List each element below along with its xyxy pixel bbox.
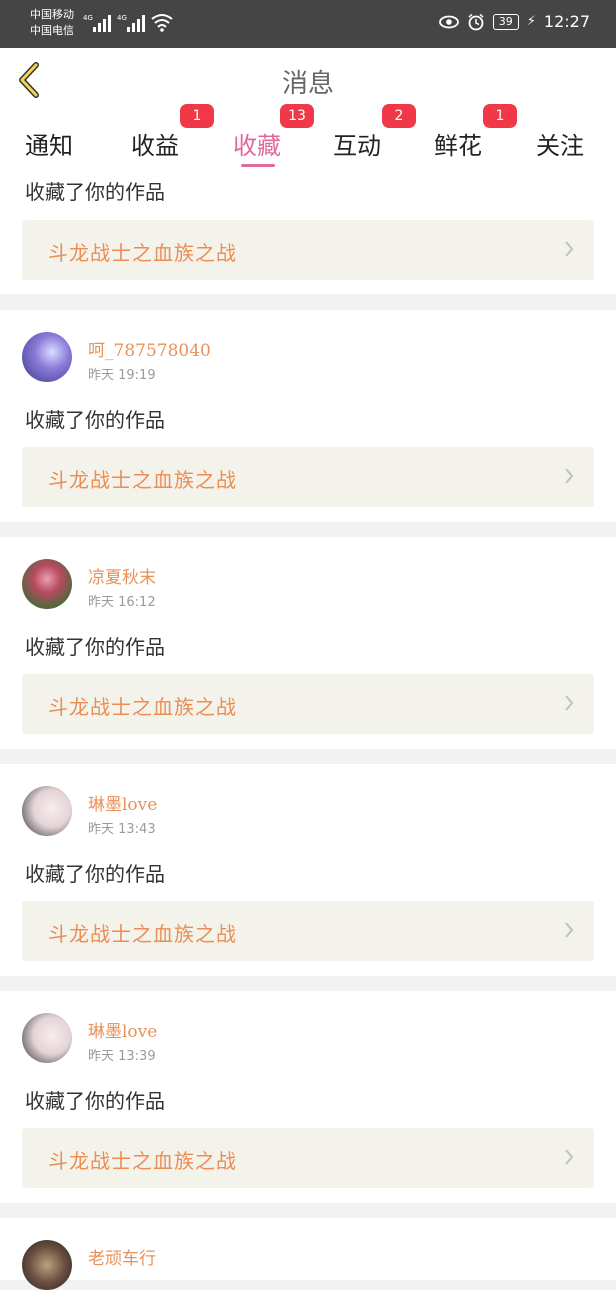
message-time: 昨天 13:39 <box>88 1049 156 1064</box>
work-link[interactable]: 斗龙战士之血族之战 <box>22 1128 594 1188</box>
charging-icon: ⚡ <box>526 14 536 29</box>
tab-follow[interactable]: 关注 <box>536 126 584 161</box>
avatar[interactable] <box>22 559 72 609</box>
message-action: 收藏了你的作品 <box>25 862 165 886</box>
message-action: 收藏了你的作品 <box>25 180 165 204</box>
network-type-1: 4G <box>83 14 93 22</box>
tab-earnings[interactable]: 收益 <box>131 126 179 161</box>
chevron-right-icon <box>565 468 574 484</box>
chevron-right-icon <box>565 922 574 938</box>
active-tab-indicator <box>241 164 275 167</box>
username[interactable]: 琳墨love <box>88 790 157 815</box>
username[interactable]: 琳墨love <box>88 1017 157 1042</box>
message-card: 琳墨love 昨天 13:43 收藏了你的作品 斗龙战士之血族之战 <box>0 764 616 976</box>
alarm-icon <box>468 13 484 30</box>
work-link[interactable]: 斗龙战士之血族之战 <box>22 447 594 507</box>
status-right: 39 ⚡ 12:27 <box>438 12 590 31</box>
chevron-right-icon <box>565 1149 574 1165</box>
flowers-badge: 1 <box>483 104 517 128</box>
avatar[interactable] <box>22 1240 72 1290</box>
earnings-badge: 1 <box>180 104 214 128</box>
favorites-badge: 13 <box>280 104 314 128</box>
message-card: 凉夏秋末 昨天 16:12 收藏了你的作品 斗龙战士之血族之战 <box>0 537 616 749</box>
avatar[interactable] <box>22 332 72 382</box>
work-link[interactable]: 斗龙战士之血族之战 <box>22 674 594 734</box>
tab-favorites[interactable]: 收藏 <box>233 126 281 161</box>
tab-flowers[interactable]: 鲜花 <box>434 126 482 161</box>
work-title: 斗龙战士之血族之战 <box>48 695 237 719</box>
username[interactable]: 老顽车行 <box>88 1244 156 1269</box>
message-card: 琳墨love 昨天 13:39 收藏了你的作品 斗龙战士之血族之战 <box>0 991 616 1203</box>
carrier-1: 中国移动 <box>30 8 74 21</box>
message-card: 呵_787578040 昨天 19:19 收藏了你的作品 斗龙战士之血族之战 <box>0 310 616 522</box>
work-title: 斗龙战士之血族之战 <box>48 1149 237 1173</box>
wifi-icon <box>151 14 173 32</box>
chevron-right-icon <box>565 695 574 711</box>
signal-icon-2 <box>127 14 149 32</box>
work-link[interactable]: 斗龙战士之血族之战 <box>22 220 594 280</box>
message-action: 收藏了你的作品 <box>25 635 165 659</box>
work-title: 斗龙战士之血族之战 <box>48 241 237 265</box>
username[interactable]: 凉夏秋末 <box>88 563 156 588</box>
username[interactable]: 呵_787578040 <box>88 336 211 361</box>
work-title: 斗龙战士之血族之战 <box>48 468 237 492</box>
clock: 12:27 <box>543 12 590 31</box>
tab-notice[interactable]: 通知 <box>25 126 73 161</box>
page-title: 消息 <box>281 69 334 99</box>
message-action: 收藏了你的作品 <box>25 408 165 432</box>
interaction-badge: 2 <box>382 104 416 128</box>
message-card: 老顽车行 <box>0 1218 616 1290</box>
work-link[interactable]: 斗龙战士之血族之战 <box>22 901 594 961</box>
eye-icon <box>438 15 459 28</box>
status-bar: 中国移动 中国电信 4G 4G 39 ⚡ 12:27 <box>0 0 616 48</box>
message-time: 昨天 13:43 <box>88 822 156 837</box>
message-time: 昨天 19:19 <box>88 368 156 383</box>
work-title: 斗龙战士之血族之战 <box>48 922 237 946</box>
signal-icon-1 <box>93 14 115 32</box>
carrier-info: 中国移动 中国电信 <box>30 7 74 39</box>
message-card: 收藏了你的作品 斗龙战士之血族之战 <box>0 170 616 294</box>
message-time: 昨天 16:12 <box>88 595 156 610</box>
avatar[interactable] <box>22 1013 72 1063</box>
tab-interaction[interactable]: 互动 <box>333 126 381 161</box>
message-action: 收藏了你的作品 <box>25 1089 165 1113</box>
network-type-2: 4G <box>117 14 127 22</box>
battery-level: 39 <box>492 13 519 30</box>
carrier-2: 中国电信 <box>30 24 74 37</box>
chevron-right-icon <box>565 241 574 257</box>
avatar[interactable] <box>22 786 72 836</box>
